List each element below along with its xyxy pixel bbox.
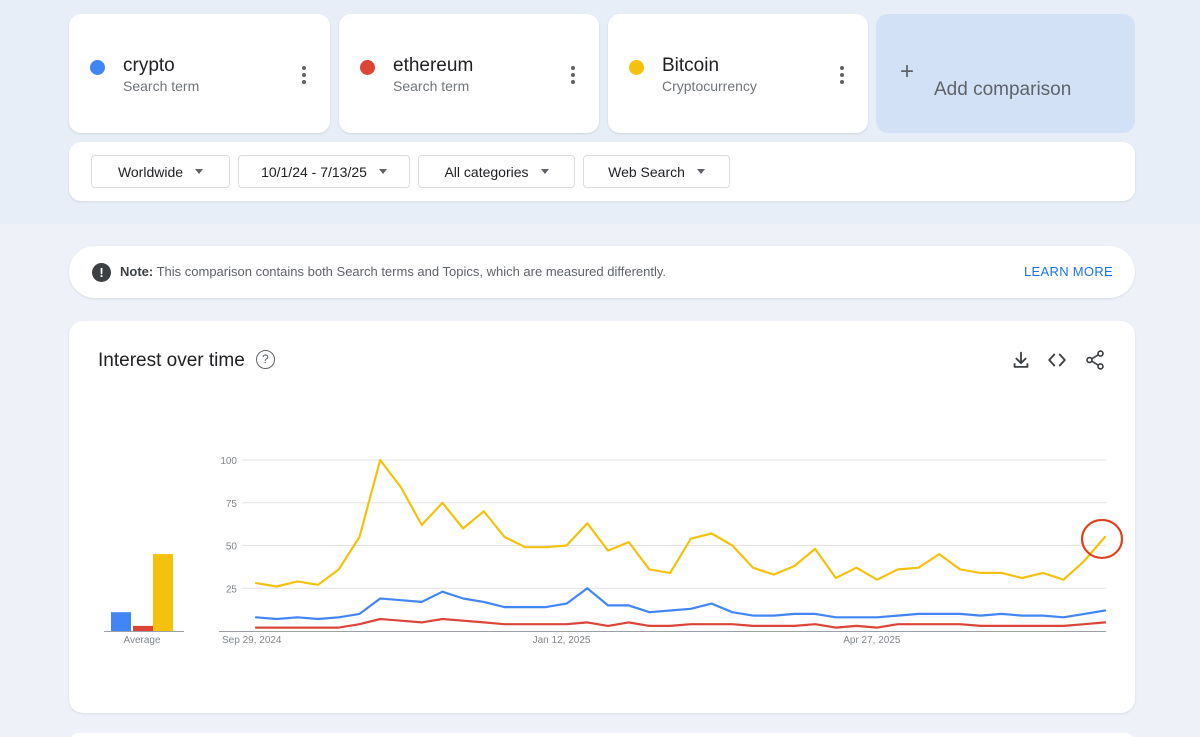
- caret-down-icon: [195, 169, 204, 174]
- term-name: Bitcoin: [662, 55, 720, 76]
- note-message: This comparison contains both Search ter…: [153, 264, 667, 279]
- note-banner: ! Note: This comparison contains both Se…: [69, 246, 1135, 298]
- more-vert-icon[interactable]: [565, 66, 581, 84]
- x-tick-label: Sep 29, 2024: [222, 635, 282, 646]
- more-vert-icon[interactable]: [834, 66, 850, 84]
- term-card-bitcoin[interactable]: Bitcoin Cryptocurrency: [608, 14, 868, 133]
- y-tick-label: 25: [226, 584, 238, 595]
- date-range-value: 10/1/24 - 7/13/25: [261, 163, 367, 180]
- add-comparison-button[interactable]: + Add comparison: [876, 14, 1135, 133]
- average-label: Average: [123, 635, 161, 646]
- term-card-ethereum[interactable]: ethereum Search term: [339, 14, 599, 133]
- category-dropdown[interactable]: All categories: [418, 155, 575, 188]
- term-type: Search term: [123, 78, 200, 94]
- series-line-bitcoin: [254, 458, 1107, 588]
- learn-more-link[interactable]: LEARN MORE: [1024, 264, 1113, 279]
- term-color-dot: [90, 60, 105, 75]
- term-card-crypto[interactable]: crypto Search term: [69, 14, 330, 133]
- more-vert-icon[interactable]: [296, 66, 312, 84]
- caret-down-icon: [378, 169, 387, 174]
- search-property-value: Web Search: [608, 163, 685, 180]
- term-color-dot: [629, 60, 644, 75]
- series-line-ethereum: [254, 617, 1107, 629]
- x-tick-label: Jan 12, 2025: [533, 635, 591, 646]
- exclamation-icon: !: [92, 263, 111, 282]
- category-value: All categories: [444, 163, 529, 180]
- plus-icon: +: [900, 58, 915, 85]
- y-tick-label: 75: [226, 499, 238, 510]
- next-card: [69, 733, 1135, 737]
- average-bar-ethereum: [133, 625, 153, 631]
- average-bar-crypto: [111, 612, 131, 631]
- filter-bar: Worldwide 10/1/24 - 7/13/25 All categori…: [69, 142, 1135, 201]
- term-color-dot: [360, 60, 375, 75]
- series-line-crypto: [254, 587, 1107, 621]
- caret-down-icon: [540, 169, 549, 174]
- average-bar-bitcoin: [153, 554, 173, 631]
- term-name: ethereum: [393, 55, 474, 76]
- interest-chart: 100 75 50 25 Sep 29, 2024 Jan 12, 2025 Apr 27,…: [104, 456, 1124, 646]
- region-value: Worldwide: [117, 163, 184, 180]
- term-type: Cryptocurrency: [662, 78, 757, 94]
- term-name: crypto: [123, 55, 175, 76]
- x-tick-label: Apr 27, 2025: [843, 635, 901, 646]
- add-comparison-label: Add comparison: [934, 79, 1072, 100]
- caret-down-icon: [696, 169, 705, 174]
- y-tick-label: 100: [220, 456, 237, 467]
- interest-over-time-card: Interest over time ? 100 75 50 25 Sep 29, 20…: [69, 321, 1135, 713]
- note-text: Note: This comparison contains both Sear…: [120, 264, 666, 279]
- region-dropdown[interactable]: Worldwide: [91, 155, 230, 188]
- date-range-dropdown[interactable]: 10/1/24 - 7/13/25: [238, 155, 410, 188]
- note-label: Note:: [120, 264, 154, 279]
- term-type: Search term: [393, 78, 470, 94]
- y-tick-label: 50: [226, 542, 238, 553]
- search-property-dropdown[interactable]: Web Search: [583, 155, 730, 188]
